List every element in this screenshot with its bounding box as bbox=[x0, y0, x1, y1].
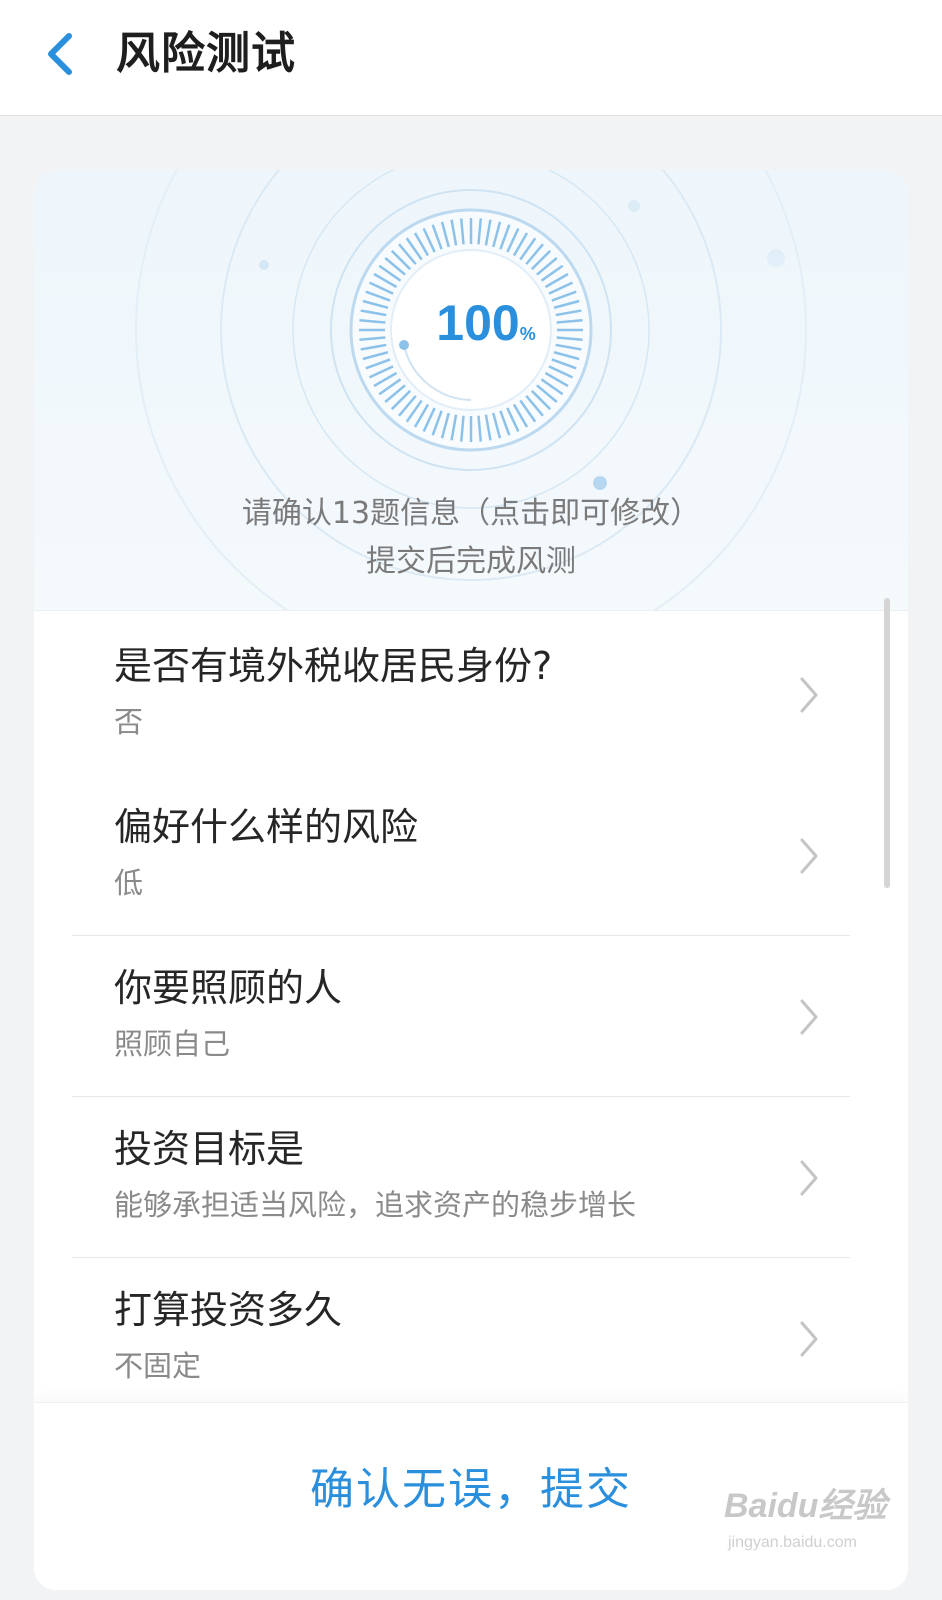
chevron-right-icon bbox=[800, 677, 818, 713]
watermark-url: jingyan.baidu.com bbox=[728, 1534, 857, 1551]
list-item[interactable]: 投资目标是 能够承担适当风险，追求资产的稳步增长 bbox=[72, 1094, 850, 1258]
question-answer: 不固定 bbox=[114, 1349, 202, 1383]
watermark: Baidu经验 jingyan.baidu.com bbox=[718, 1472, 908, 1582]
progress-hero: 100% 请确认13题信息（点击即可修改） 提交后完成风测 bbox=[34, 170, 908, 610]
chevron-right-icon bbox=[800, 838, 818, 874]
question-answer: 否 bbox=[114, 705, 144, 739]
scrollbar[interactable] bbox=[884, 598, 890, 888]
confirm-hint: 请确认13题信息（点击即可修改） bbox=[241, 496, 701, 531]
question-answer: 低 bbox=[114, 866, 144, 900]
page-title: 风险测试 bbox=[116, 28, 296, 79]
watermark-logo: Baidu经验 bbox=[724, 1487, 887, 1525]
back-button[interactable] bbox=[30, 24, 90, 84]
progress-readout: 100% bbox=[411, 294, 561, 364]
list-item[interactable]: 是否有境外税收居民身份? 否 bbox=[72, 611, 850, 775]
list-item[interactable]: 偏好什么样的风险 低 bbox=[72, 772, 850, 936]
chevron-left-icon bbox=[48, 33, 72, 75]
question-answer: 照顾自己 bbox=[114, 1027, 231, 1061]
question-title: 偏好什么样的风险 bbox=[114, 805, 419, 849]
progress-percent-unit: % bbox=[519, 324, 536, 344]
question-title: 投资目标是 bbox=[114, 1127, 305, 1171]
progress-percent-value: 100 bbox=[436, 295, 520, 351]
chevron-right-icon bbox=[800, 1160, 818, 1196]
app-header: 风险测试 bbox=[0, 0, 942, 116]
question-title: 打算投资多久 bbox=[114, 1288, 343, 1332]
question-title: 是否有境外税收居民身份? bbox=[114, 644, 553, 688]
risk-test-card: 100% 请确认13题信息（点击即可修改） 提交后完成风测 是否有境外税收居民身… bbox=[34, 170, 908, 1590]
list-item[interactable]: 打算投资多久 不固定 bbox=[72, 1255, 850, 1419]
chevron-right-icon bbox=[800, 999, 818, 1035]
submit-hint: 提交后完成风测 bbox=[366, 544, 576, 579]
question-title: 你要照顾的人 bbox=[114, 966, 343, 1010]
question-answer: 能够承担适当风险，追求资产的稳步增长 bbox=[114, 1188, 637, 1222]
list-item[interactable]: 你要照顾的人 照顾自己 bbox=[72, 933, 850, 1097]
chevron-right-icon bbox=[800, 1321, 818, 1357]
